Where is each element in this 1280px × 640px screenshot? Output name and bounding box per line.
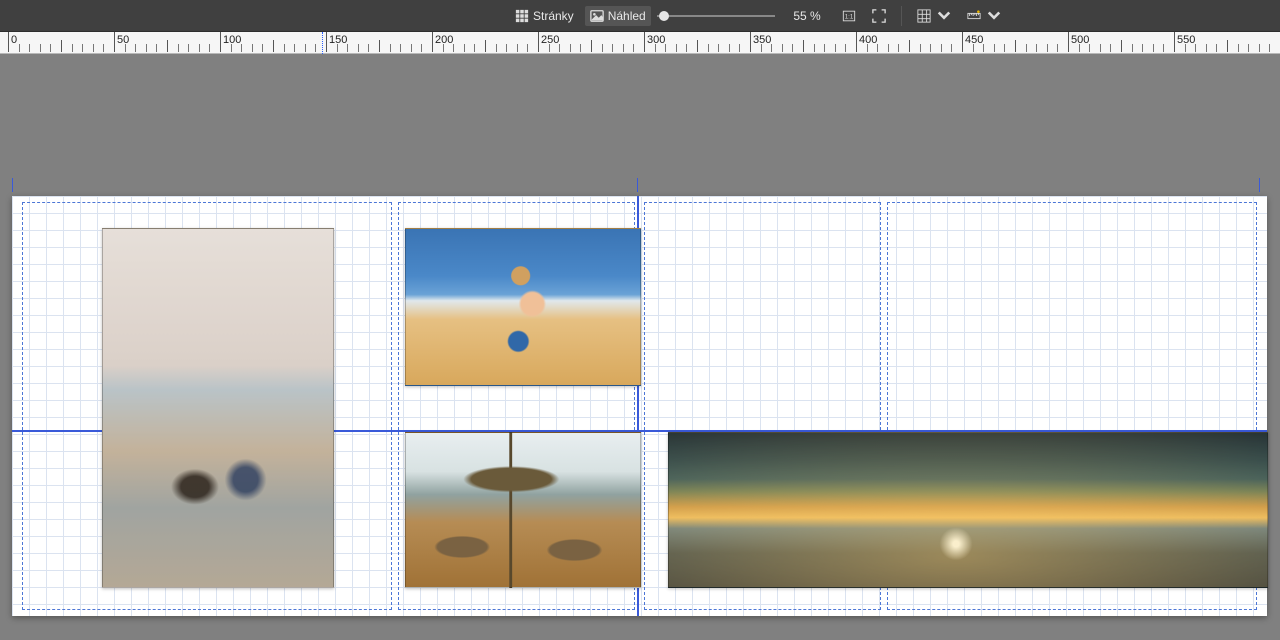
ruler-options-button[interactable] — [962, 6, 1006, 26]
pages-view-label: Stránky — [533, 9, 574, 23]
ruler-label: 0 — [8, 34, 17, 46]
guide-tick — [637, 178, 638, 192]
preview-view-button[interactable]: Náhled — [585, 6, 651, 26]
guide-tick — [1259, 178, 1260, 192]
grid-icon — [515, 9, 529, 23]
horizontal-ruler[interactable]: 050100150200250300350400450500550600 — [0, 32, 1280, 54]
chevron-down-icon — [987, 9, 1001, 23]
layout-grid-icon — [917, 9, 931, 23]
actual-size-icon: 1:1 — [842, 9, 856, 23]
chevron-down-icon — [937, 9, 951, 23]
guide-tick — [12, 178, 13, 192]
pages-view-button[interactable]: Stránky — [510, 6, 579, 26]
fit-screen-icon — [872, 9, 886, 23]
photo-beach-umbrella[interactable] — [405, 432, 641, 588]
ruler-position-marker — [322, 32, 323, 54]
fit-screen-button[interactable] — [867, 6, 891, 26]
top-toolbar: Stránky Náhled 55 % 1:1 — [0, 0, 1280, 32]
zoom-slider-track[interactable] — [657, 15, 775, 17]
grid-options-button[interactable] — [912, 6, 956, 26]
photo-kid-sand[interactable] — [405, 228, 641, 386]
photo-sunset-panorama[interactable] — [668, 432, 1268, 588]
preview-view-label: Náhled — [608, 9, 646, 23]
svg-text:1:1: 1:1 — [844, 13, 853, 20]
ruler-label: 50 — [114, 34, 129, 46]
zoom-slider[interactable] — [657, 15, 775, 17]
actual-size-button[interactable]: 1:1 — [837, 6, 861, 26]
photo-couple-beach[interactable] — [102, 228, 334, 588]
ruler-icon — [967, 9, 981, 23]
canvas-stage[interactable] — [0, 54, 1280, 640]
zoom-percent: 55 % — [781, 9, 821, 23]
page-spread[interactable] — [12, 196, 1267, 616]
toolbar-separator — [901, 6, 902, 26]
image-icon — [590, 9, 604, 23]
zoom-slider-thumb[interactable] — [659, 11, 669, 21]
